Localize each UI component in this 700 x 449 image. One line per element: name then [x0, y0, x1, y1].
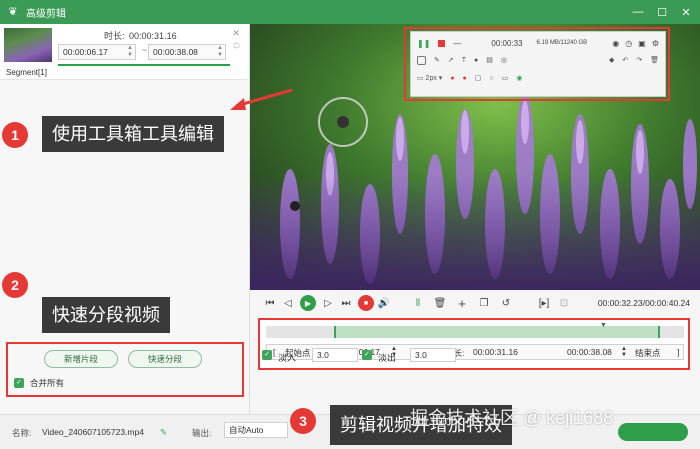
segment-card[interactable]: 时长: 00:00:31.16 00:00:06.17 ▲ ▼ ~ 00:00:3… — [0, 24, 248, 80]
text-tool-icon[interactable]: T — [462, 57, 466, 64]
fade-out-field[interactable]: 3.0 — [410, 348, 456, 362]
toolbox-options-row: ▭ 2px ▾ ● ● ▢ ○ ▭ ◉ — [417, 72, 659, 84]
play-button[interactable]: ▶ — [300, 295, 316, 311]
fade-out-label: 淡出 — [378, 353, 397, 363]
segment-progress-bar — [58, 64, 230, 66]
toolbox-panel: ❚❚ — 00:00:33 6.19 MB/11240 GB ◉ ◷ ▣ ⚙ ✎… — [410, 31, 666, 97]
fade-in-field[interactable]: 3.0 — [312, 348, 358, 362]
minimize-toolbox-icon[interactable]: — — [453, 39, 461, 48]
annotation-callout-2: 快速分段视频 — [42, 297, 170, 333]
annotation-callout-1: 使用工具箱工具编辑 — [42, 116, 224, 152]
add-icon[interactable]: + — [454, 295, 470, 311]
watermark: 掘金技术社区 @ keji1688 — [410, 408, 614, 428]
maximize-button[interactable]: ☐ — [650, 0, 674, 24]
spinner-icon[interactable]: ▲ ▼ — [127, 45, 133, 59]
segment-start-value: 00:00:06.17 — [63, 47, 108, 57]
fade-row: ✓ 淡入 3.0 ✓ 淡出 3.0 — [258, 346, 690, 364]
segment-duration-label: 时长: — [104, 31, 125, 41]
color-dot-swatch[interactable]: ● — [463, 75, 467, 82]
segment-start-field[interactable]: 00:00:06.17 ▲ ▼ — [58, 44, 136, 60]
reorder-icon[interactable]: ︿ ﹀ — [233, 39, 240, 55]
camera-icon[interactable]: ◉ — [612, 39, 619, 48]
volume-icon[interactable]: 🔊 — [376, 295, 392, 311]
merge-all-label: 合并所有 — [30, 378, 65, 388]
reset-icon[interactable]: ↺ — [498, 295, 514, 311]
annotation-badge-1: 1 — [2, 122, 28, 148]
edit-name-icon[interactable]: ✎ — [160, 427, 167, 438]
close-icon[interactable]: ✕ — [232, 28, 240, 39]
time-readout: 00:00:32.23/00:00:40.24 — [597, 298, 690, 308]
toolbox-icon[interactable]: ▣ — [638, 39, 646, 48]
shape-square-icon[interactable]: ▢ — [475, 74, 482, 82]
shape-circle-icon[interactable]: ○ — [489, 75, 493, 82]
pen-tool-icon[interactable]: ✎ — [434, 56, 440, 64]
settings-icon[interactable]: ⚙ — [652, 39, 659, 48]
fade-out-checkbox[interactable]: ✓ — [362, 350, 372, 360]
spinner-icon[interactable]: ▲ ▼ — [217, 45, 223, 59]
highlight-tool-icon[interactable]: ◎ — [501, 56, 507, 64]
output-label: 输出: — [192, 428, 212, 438]
merge-all-checkbox[interactable]: ✓ — [14, 378, 24, 388]
color-picker-icon[interactable]: ◉ — [516, 74, 522, 82]
segment-duration: 时长: 00:00:31.16 — [104, 29, 177, 42]
timeline-track[interactable]: ▼ — [266, 322, 684, 338]
quick-split-button[interactable]: 快速分段 — [128, 350, 202, 368]
mark-in-icon[interactable]: [▸] — [536, 295, 552, 311]
undo-icon[interactable]: ↶ — [622, 56, 628, 64]
stop-button[interactable]: ■ — [358, 295, 374, 311]
annotation-arrow-icon — [230, 88, 293, 110]
segment-thumbnail[interactable] — [4, 28, 52, 62]
playback-controls: ⏮ ◁ ▶ ▷ ⏭ ■ 🔊 ⫴ 🗑 + ❐ ↺ [▸] ⊡ 00:00:32.2… — [250, 290, 700, 316]
toolbox-drawing-row: ✎ ➚ T ● ▤ ◎ ◆ ↶ ↷ 🗑 — [417, 54, 659, 66]
app-logo-icon: ❦ — [8, 6, 18, 18]
image-tool-icon[interactable]: ▤ — [486, 56, 493, 64]
delete-icon[interactable]: 🗑 — [432, 295, 448, 311]
color-red-swatch[interactable]: ● — [450, 75, 454, 82]
record-stop-icon[interactable] — [438, 39, 446, 47]
segment-actions-box: 新增片段 快速分段 ✓ 合并所有 — [6, 342, 244, 397]
output-select[interactable]: 自动Auto — [224, 422, 288, 438]
segment-name: Segment[1] — [6, 68, 47, 77]
name-label: 名称: — [12, 428, 32, 438]
fade-in-label: 淡入 — [278, 353, 297, 363]
mark-out-icon[interactable]: ⊡ — [556, 295, 572, 311]
segment-panel: 时长: 00:00:31.16 00:00:06.17 ▲ ▼ ~ 00:00:3… — [0, 24, 250, 414]
export-button[interactable] — [618, 423, 688, 441]
skip-start-icon[interactable]: ⏮ — [262, 295, 278, 311]
arrow-tool-icon[interactable]: ➚ — [448, 56, 454, 64]
segment-end-value: 00:00:38.08 — [153, 47, 198, 57]
blur-tool-icon[interactable]: ● — [474, 57, 478, 64]
playhead-marker-icon[interactable]: ▼ — [600, 322, 607, 329]
window-title: 高级剪辑 — [26, 8, 66, 20]
toolbox-size: 6.19 MB/11240 GB — [536, 40, 588, 46]
title-bar: ❦ 高级剪辑 — ☐ ✕ — [0, 0, 700, 24]
close-button[interactable]: ✕ — [674, 0, 698, 24]
segment-duration-value: 00:00:31.16 — [129, 31, 177, 41]
toolbox-recorder-row: ❚❚ — 00:00:33 6.19 MB/11240 GB ◉ ◷ ▣ ⚙ — [417, 36, 659, 50]
new-segment-button[interactable]: 新增片段 — [44, 350, 118, 368]
fade-in-checkbox[interactable]: ✓ — [262, 350, 272, 360]
brush-size-select[interactable]: ▭ 2px ▾ — [417, 74, 442, 82]
segment-end-field[interactable]: 00:00:38.08 ▲ ▼ — [148, 44, 226, 60]
redo-icon[interactable]: ↷ — [636, 56, 642, 64]
file-name: Video_240607105723.mp4 — [42, 427, 144, 437]
minimize-button[interactable]: — — [626, 0, 650, 24]
rectangle-tool-icon[interactable] — [417, 55, 426, 65]
trash-icon[interactable]: 🗑 — [650, 56, 659, 64]
timer-icon[interactable]: ◷ — [625, 39, 632, 48]
selected-range[interactable] — [334, 326, 660, 338]
eraser-icon[interactable]: ◆ — [609, 56, 614, 64]
annotation-badge-2: 2 — [2, 272, 28, 298]
step-back-icon[interactable]: ◁ — [280, 295, 296, 311]
skip-end-icon[interactable]: ⏭ — [338, 295, 354, 311]
step-forward-icon[interactable]: ▷ — [320, 295, 336, 311]
annotation-badge-3: 3 — [290, 408, 316, 434]
split-icon[interactable]: ⫴ — [410, 295, 426, 311]
copy-icon[interactable]: ❐ — [476, 295, 492, 311]
toolbox-time: 00:00:33 — [491, 38, 523, 48]
pause-icon[interactable]: ❚❚ — [417, 39, 430, 48]
range-separator: ~ — [142, 45, 148, 55]
shape-rounded-icon[interactable]: ▭ — [502, 74, 509, 82]
